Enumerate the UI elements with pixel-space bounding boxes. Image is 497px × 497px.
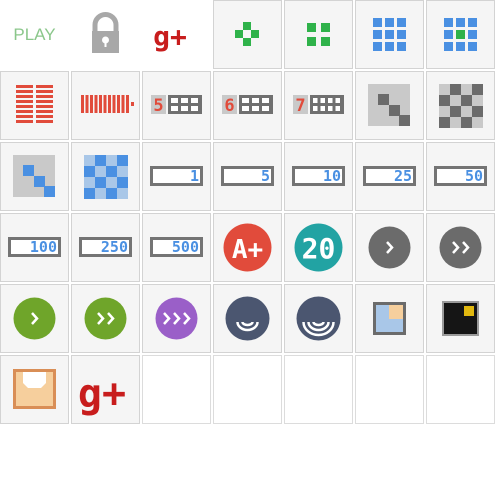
tile-red-stacked-bars[interactable]	[0, 71, 69, 140]
tile-grade-a-plus-badge[interactable]: A+	[213, 213, 282, 282]
counter-10-icon: 10	[292, 166, 345, 186]
tile-google-plus-large[interactable]: g+	[71, 355, 140, 424]
tile-inbox-tray[interactable]	[0, 355, 69, 424]
blue-nine-squares-icon	[373, 18, 406, 51]
tile-blue-diagonal-checker[interactable]	[0, 142, 69, 211]
tile-counter-1[interactable]: 1	[142, 142, 211, 211]
tile-text: 6	[224, 96, 234, 116]
tile-blue-nine-squares-green-center[interactable]	[426, 0, 495, 69]
tile-picture-frame-dark[interactable]	[426, 284, 495, 353]
tile-text: 25	[394, 167, 412, 185]
blue-checkerboard-icon	[84, 155, 128, 199]
six-by-grid-icon: 6	[222, 95, 273, 116]
counter-1-icon: 1	[150, 166, 203, 186]
tile-seven-by-grid[interactable]: 7	[284, 71, 353, 140]
counter-5-icon: 5	[221, 166, 274, 186]
tile-text: 7	[295, 96, 305, 116]
seven-by-grid-icon: 7	[293, 95, 344, 116]
counter-25-icon: 25	[363, 166, 416, 186]
tile-text: g+	[78, 371, 126, 417]
tile-red-vertical-bars[interactable]	[71, 71, 140, 140]
grade-a-plus-badge-icon: A+	[223, 223, 272, 272]
tile-six-by-grid[interactable]: 6	[213, 71, 282, 140]
tile-green-plus-grid[interactable]	[213, 0, 282, 69]
five-by-grid-icon: 5	[151, 95, 202, 116]
red-stacked-bars-icon	[16, 85, 53, 123]
empty-tile[interactable]	[355, 355, 424, 424]
green-plus-grid-icon	[235, 22, 259, 46]
tile-text: 5	[261, 167, 270, 185]
level-20-badge-icon: 20	[294, 223, 343, 272]
counter-50-icon: 50	[434, 166, 487, 186]
picture-frame-light-icon	[373, 302, 406, 335]
tile-text: 1	[190, 167, 199, 185]
purple-triple-chevron-icon	[155, 297, 198, 340]
tile-text: g+	[153, 20, 187, 53]
wifi-small-icon	[225, 296, 270, 341]
tile-picture-frame-light[interactable]	[355, 284, 424, 353]
counter-100-icon: 100	[8, 237, 61, 257]
tile-text: 10	[323, 167, 341, 185]
tile-lock[interactable]	[71, 0, 140, 69]
tile-purple-triple-chevron[interactable]	[142, 284, 211, 353]
gray-double-chevron-icon	[439, 226, 482, 269]
tile-counter-50[interactable]: 50	[426, 142, 495, 211]
tile-counter-250[interactable]: 250	[71, 213, 140, 282]
tile-counter-500[interactable]: 500	[142, 213, 211, 282]
green-four-squares-icon	[307, 23, 330, 46]
blue-nine-squares-green-center-icon	[444, 18, 477, 51]
tile-counter-5[interactable]: 5	[213, 142, 282, 211]
gray-checkerboard-icon	[439, 84, 483, 128]
tile-wifi-large[interactable]	[284, 284, 353, 353]
tile-text: 250	[101, 238, 128, 256]
tile-text: 5	[153, 96, 163, 116]
picture-frame-dark-icon	[442, 301, 479, 336]
counter-250-icon: 250	[79, 237, 132, 257]
tile-blue-checkerboard[interactable]	[71, 142, 140, 211]
tile-green-four-squares[interactable]	[284, 0, 353, 69]
blue-diagonal-checker-icon	[13, 155, 55, 197]
counter-500-icon: 500	[150, 237, 203, 257]
tile-gray-diagonal-checker[interactable]	[355, 71, 424, 140]
google-plus-large-icon: g+	[78, 371, 126, 417]
tile-text: A+	[232, 235, 263, 265]
tile-gray-single-chevron[interactable]	[355, 213, 424, 282]
google-plus-icon: g+	[153, 20, 187, 53]
tile-text: 500	[172, 238, 199, 256]
empty-tile[interactable]	[142, 355, 211, 424]
tile-play-label[interactable]: PLAY	[0, 0, 69, 69]
tile-counter-10[interactable]: 10	[284, 142, 353, 211]
lock-icon	[92, 12, 119, 53]
tile-green-double-chevron[interactable]	[71, 284, 140, 353]
tile-counter-25[interactable]: 25	[355, 142, 424, 211]
tile-green-single-chevron[interactable]	[0, 284, 69, 353]
tile-text: 100	[30, 238, 57, 256]
tile-five-by-grid[interactable]: 5	[142, 71, 211, 140]
gray-single-chevron-icon	[368, 226, 411, 269]
green-single-chevron-icon	[13, 297, 56, 340]
green-double-chevron-icon	[84, 297, 127, 340]
icon-grid: PLAY g+ 5 6 7 1 5 10 25 50 100 250 500 A+ 20 g+	[0, 0, 497, 426]
tile-level-20-badge[interactable]: 20	[284, 213, 353, 282]
tile-wifi-small[interactable]	[213, 284, 282, 353]
tile-blue-nine-squares[interactable]	[355, 0, 424, 69]
empty-tile[interactable]	[213, 355, 282, 424]
empty-tile[interactable]	[284, 355, 353, 424]
tile-google-plus[interactable]: g+	[142, 0, 211, 69]
tile-text: 20	[302, 232, 336, 265]
red-vertical-bars-icon	[81, 95, 134, 113]
tile-text: 50	[465, 167, 483, 185]
empty-tile[interactable]	[426, 355, 495, 424]
play-label: PLAY	[13, 25, 56, 44]
inbox-tray-icon	[13, 369, 56, 409]
tile-counter-100[interactable]: 100	[0, 213, 69, 282]
tile-gray-double-chevron[interactable]	[426, 213, 495, 282]
tile-gray-checkerboard[interactable]	[426, 71, 495, 140]
gray-diagonal-checker-icon	[368, 84, 410, 126]
wifi-large-icon	[296, 296, 341, 341]
